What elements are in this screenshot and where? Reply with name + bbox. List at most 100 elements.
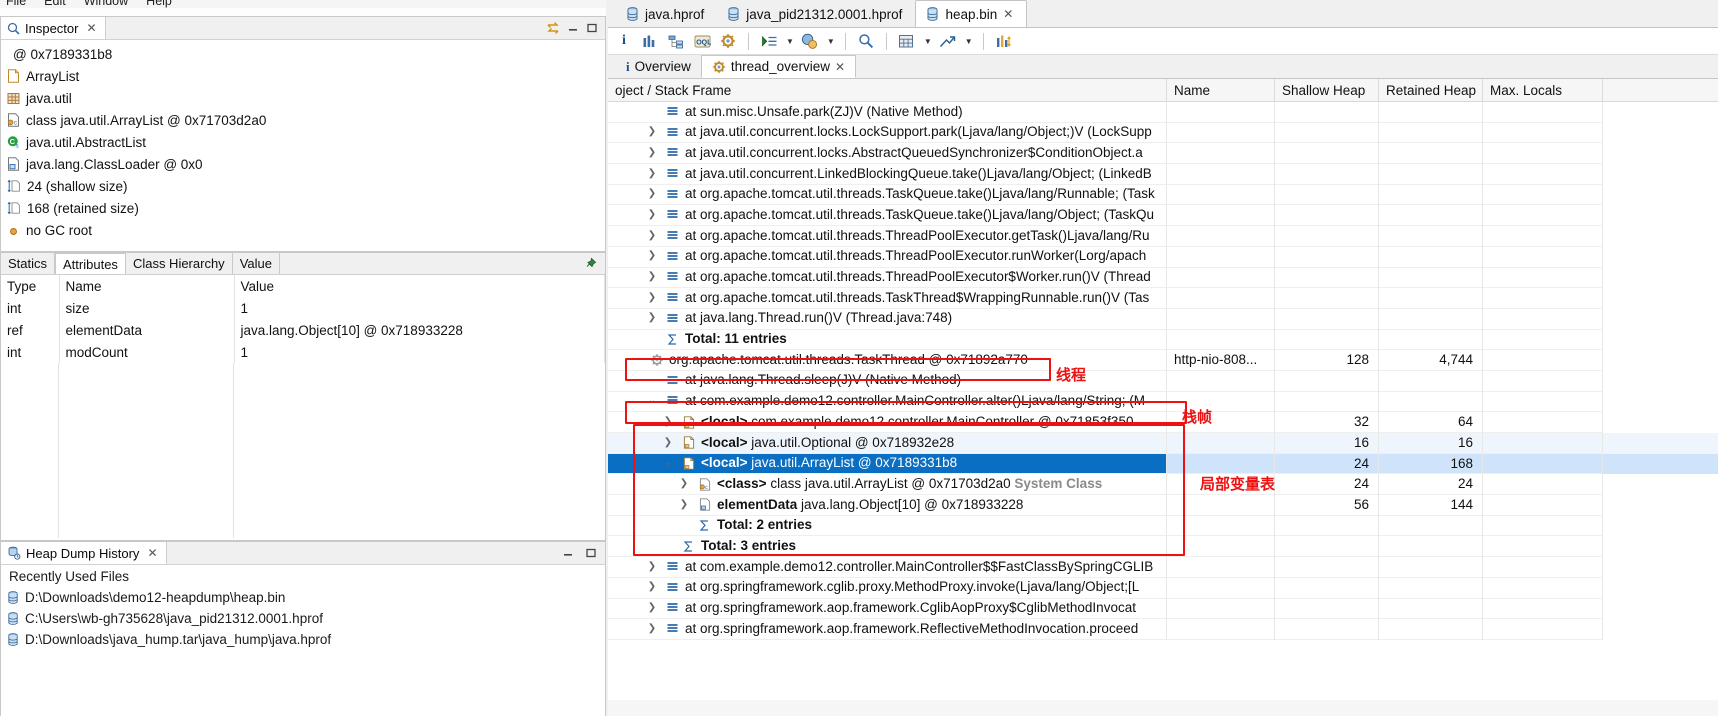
table-row[interactable]: at java.lang.Thread.sleep(J)V (Native Me… (608, 370, 1718, 392)
chevron-right-icon[interactable]: ❯ (644, 288, 660, 308)
table-row[interactable]: ⌄ at com.example.demo12.controller.MainCo… (608, 391, 1718, 413)
table-row[interactable]: ❯ at org.springframework.cglib.proxy.Meth… (608, 577, 1718, 599)
column-header-object-stack-frame[interactable]: oject / Stack Frame (608, 79, 1167, 102)
tab-attributes[interactable]: Attributes (55, 253, 126, 274)
oql-icon[interactable]: OQL (692, 31, 712, 51)
chevron-right-icon[interactable]: ❯ (644, 619, 660, 639)
minimize-icon[interactable] (567, 22, 579, 34)
list-item[interactable]: 168 (retained size) (1, 197, 605, 219)
list-item[interactable]: D:\Downloads\demo12-heapdump\heap.bin (1, 587, 605, 608)
chevron-right-icon[interactable]: ❯ (676, 495, 692, 515)
chevron-right-icon[interactable]: ❯ (644, 557, 660, 577)
chevron-down-icon[interactable]: ▼ (827, 37, 835, 46)
list-item[interactable]: no GC root (1, 219, 605, 241)
chevron-right-icon[interactable]: ❯ (644, 309, 660, 329)
table-row[interactable]: ❯ c <class> class java.util.ArrayList @ 0x… (608, 474, 1718, 496)
run-query-icon[interactable] (759, 31, 779, 51)
chevron-right-icon[interactable]: ❯ (644, 247, 660, 267)
histogram-icon[interactable] (640, 31, 660, 51)
chevron-right-icon[interactable]: ❯ (644, 268, 660, 288)
table-row[interactable]: ❯ elementData java.lang.Object[10] @ 0x71… (608, 495, 1718, 516)
table-row[interactable]: ❯ at java.util.concurrent.locks.LockSuppo… (608, 122, 1718, 144)
list-item[interactable]: C:\Users\wb-gh735628\java_pid21312.0001.… (1, 608, 605, 629)
chevron-right-icon[interactable]: ❯ (644, 599, 660, 619)
table-row[interactable]: ⌄ <local> java.util.ArrayList @ 0x7189331… (608, 453, 1718, 475)
minimize-icon[interactable] (562, 547, 574, 559)
overview-info-icon[interactable]: i (614, 31, 634, 51)
menu-item-file[interactable]: File (6, 0, 26, 8)
table-row[interactable]: ❯ at org.springframework.aop.framework.Cg… (608, 598, 1718, 620)
chevron-right-icon[interactable]: ❯ (660, 412, 676, 432)
table-row[interactable]: int modCount 1 (1, 341, 605, 363)
menu-item-edit[interactable]: Edit (44, 0, 66, 8)
table-row[interactable]: Total: 2 entries (608, 515, 1718, 537)
chevron-right-icon[interactable]: ❯ (644, 143, 660, 163)
column-header-max-locals[interactable]: Max. Locals (1483, 79, 1603, 102)
compare-icon[interactable] (994, 31, 1014, 51)
maximize-icon[interactable] (585, 547, 597, 559)
table-row[interactable]: ❯ at java.lang.Thread.run()V (Thread.java… (608, 308, 1718, 330)
chevron-right-icon[interactable]: ❯ (644, 578, 660, 598)
column-header-type[interactable]: Type (1, 275, 60, 297)
tab-value[interactable]: Value (232, 253, 280, 274)
chevron-right-icon[interactable]: ❯ (644, 205, 660, 225)
chevron-right-icon[interactable]: ❯ (660, 433, 676, 453)
column-header-retained-heap[interactable]: Retained Heap (1379, 79, 1483, 102)
list-item[interactable]: c class java.util.ArrayList @ 0x71703d2a… (1, 109, 605, 131)
list-item[interactable]: @ 0x7189331b8 (1, 43, 605, 65)
menu-item-window[interactable]: Window (84, 0, 128, 8)
table-row[interactable]: ❯ <local> com.example.demo12.controller.M… (608, 412, 1718, 433)
table-row[interactable]: ❯ at org.apache.tomcat.util.threads.TaskT… (608, 288, 1718, 309)
table-row[interactable]: Total: 3 entries (608, 536, 1718, 558)
chevron-down-icon[interactable]: ⌄ (660, 454, 676, 474)
chevron-down-icon[interactable]: ▼ (924, 37, 932, 46)
column-header-name[interactable]: Name (59, 275, 235, 297)
list-item[interactable]: 24 (shallow size) (1, 175, 605, 197)
list-item[interactable]: java.lang.ClassLoader @ 0x0 (1, 153, 605, 175)
editor-tab-heap-bin[interactable]: heap.bin ✕ (915, 0, 1028, 27)
pin-icon[interactable] (584, 253, 605, 274)
chevron-right-icon[interactable]: ❯ (644, 226, 660, 246)
table-row[interactable]: ❯ at java.util.concurrent.LinkedBlockingQ… (608, 164, 1718, 185)
table-row[interactable]: ❯ at org.apache.tomcat.util.threads.TaskQ… (608, 205, 1718, 227)
table-row[interactable]: int size 1 (1, 297, 605, 319)
table-row[interactable]: Total: 11 entries (608, 329, 1718, 351)
table-row[interactable]: ❯ at com.example.demo12.controller.MainCo… (608, 557, 1718, 578)
list-item[interactable]: ArrayList (1, 65, 605, 87)
tab-class-hierarchy[interactable]: Class Hierarchy (125, 253, 233, 274)
editor-tab-java-pid[interactable]: java_pid21312.0001.hprof (717, 0, 916, 27)
table-row[interactable]: ref elementData java.lang.Object[10] @ 0… (1, 319, 605, 341)
chevron-down-icon[interactable]: ⌄ (644, 392, 660, 412)
table-row[interactable]: ❯ at org.apache.tomcat.util.threads.Threa… (608, 226, 1718, 247)
thread-overview-icon[interactable] (718, 31, 738, 51)
heap-dump-history-close-icon[interactable]: ✕ (147, 546, 157, 560)
column-header-value[interactable]: Value (234, 275, 605, 297)
menu-item-help[interactable]: Help (146, 0, 172, 8)
tab-thread-overview-close-icon[interactable]: ✕ (835, 60, 845, 74)
tab-overview[interactable]: i Overview (616, 55, 701, 78)
tab-statics[interactable]: Statics (1, 253, 56, 274)
column-header-name[interactable]: Name (1167, 79, 1275, 102)
chevron-down-icon[interactable]: ▼ (786, 37, 794, 46)
chevron-down-icon[interactable]: ▼ (965, 37, 973, 46)
table-row[interactable]: ❯ at java.util.concurrent.locks.AbstractQ… (608, 143, 1718, 165)
list-item[interactable]: C s java.util.AbstractList (1, 131, 605, 153)
table-row[interactable]: ❯ at org.springframework.aop.framework.Re… (608, 619, 1718, 640)
inspections-icon[interactable] (800, 31, 820, 51)
calculator-icon[interactable] (897, 31, 917, 51)
heap-dump-history-tab[interactable]: Heap Dump History ✕ (1, 542, 167, 564)
maximize-icon[interactable] (586, 22, 598, 34)
table-row[interactable]: ❯ at org.apache.tomcat.util.threads.TaskQ… (608, 184, 1718, 206)
chevron-right-icon[interactable]: ❯ (644, 164, 660, 184)
editor-tab-close-icon[interactable]: ✕ (1003, 7, 1013, 21)
list-item[interactable]: java.util (1, 87, 605, 109)
tab-thread-overview[interactable]: thread_overview ✕ (700, 55, 857, 78)
table-row[interactable]: ❯ at org.apache.tomcat.util.threads.Threa… (608, 267, 1718, 289)
column-header-shallow-heap[interactable]: Shallow Heap (1275, 79, 1379, 102)
table-row[interactable]: ❯ <local> java.util.Optional @ 0x718932e2… (608, 433, 1718, 454)
link-with-editor-icon[interactable] (546, 21, 560, 35)
export-icon[interactable] (938, 31, 958, 51)
chevron-right-icon[interactable]: ❯ (644, 185, 660, 205)
inspector-tab[interactable]: Inspector ✕ (1, 17, 106, 39)
inspector-close-icon[interactable]: ✕ (86, 21, 96, 35)
